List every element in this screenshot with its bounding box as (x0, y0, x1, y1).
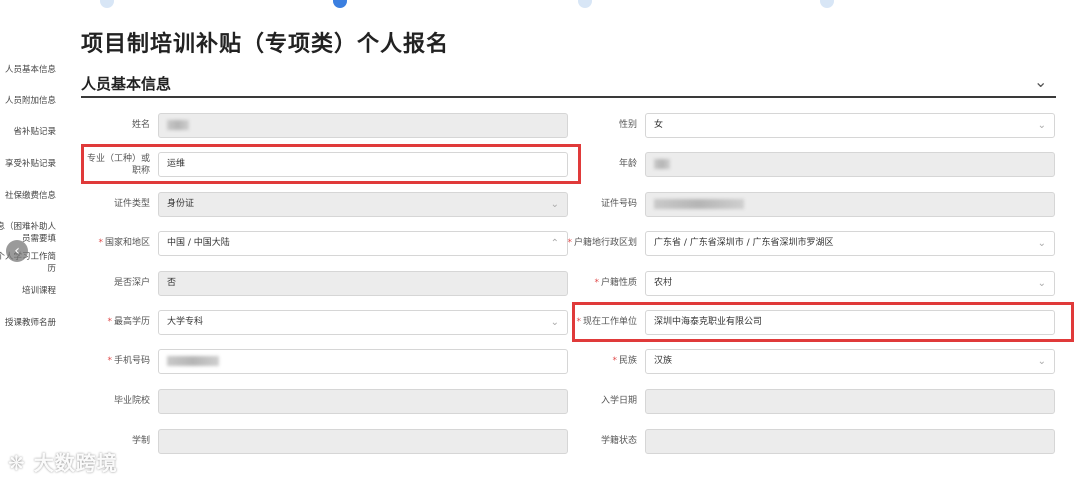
page-title: 项目制培训补贴（专项类）个人报名 (81, 32, 450, 57)
name-field (158, 113, 568, 138)
enroll-date-field (645, 389, 1055, 414)
chevron-down-icon: ⌄ (1037, 120, 1046, 131)
id-number-label: 证件号码 (600, 199, 637, 209)
highlight-box-employer (572, 302, 1074, 342)
country-select[interactable]: 中国 / 中国大陆 ⌃ (158, 231, 568, 256)
phone-label: * 手机号码 (107, 356, 150, 366)
sidebar-item-social-security[interactable]: 社保缴费信息 (5, 190, 56, 202)
study-length-label: 学制 (131, 436, 150, 446)
id-type-select: 身份证 ⌄ (158, 192, 568, 217)
chevron-down-icon: ⌄ (1037, 238, 1046, 249)
chevron-down-icon: ⌄ (550, 317, 559, 328)
school-label: 毕业院校 (113, 396, 150, 406)
ethnicity-label: * 民族 (612, 356, 637, 366)
chevron-down-icon: ⌄ (550, 199, 559, 210)
highlight-box-major (81, 144, 581, 184)
sidebar-item-courses[interactable]: 培训课程 (22, 285, 56, 297)
chevron-down-icon: ⌄ (1037, 356, 1046, 367)
age-field (645, 152, 1055, 177)
enroll-date-label: 入学日期 (600, 396, 637, 406)
chevron-left-icon[interactable]: ‹ (6, 240, 28, 262)
sidebar-item-province-subsidy[interactable]: 省补贴记录 (13, 126, 56, 138)
study-length-field (158, 429, 568, 454)
step-dot (100, 0, 114, 8)
step-dot (578, 0, 592, 8)
status-label: 学籍状态 (600, 436, 637, 446)
chevron-down-icon[interactable]: ⌄ (1034, 72, 1047, 91)
section-divider (81, 96, 1056, 98)
poverty-field: 否 (158, 271, 568, 296)
chevron-up-icon: ⌃ (550, 238, 559, 249)
watermark-logo-icon: ❋ (8, 451, 26, 475)
sidebar-item-teachers[interactable]: 授课教师名册 (5, 317, 56, 329)
gender-select[interactable]: 女 ⌄ (645, 113, 1055, 138)
sidebar-item-basic-info[interactable]: 人员基本信息 (5, 64, 56, 76)
school-field (158, 389, 568, 414)
sidebar-nav: 人员基本信息 人员附加信息 省补贴记录 享受补贴记录 社保缴费信息 银行信息（困… (0, 55, 70, 345)
hukou-type-select[interactable]: 农村 ⌄ (645, 271, 1055, 296)
education-select[interactable]: 大学专科 ⌄ (158, 310, 568, 335)
hukou-region-label: * 户籍地行政区划 (567, 238, 637, 248)
country-label: * 国家和地区 (98, 238, 150, 248)
ethnicity-select[interactable]: 汉族 ⌄ (645, 349, 1055, 374)
poverty-label: 是否深户 (113, 278, 150, 288)
step-dot (820, 0, 834, 8)
status-field (645, 429, 1055, 454)
chevron-down-icon: ⌄ (1037, 278, 1046, 289)
watermark: ❋ 大数跨境 (8, 451, 118, 475)
id-number-field (645, 192, 1055, 217)
sidebar-item-bank-info[interactable]: 银行信息（困难补助人员需要填 (0, 221, 56, 245)
section-title: 人员基本信息 (81, 75, 172, 93)
step-dot-active (333, 0, 347, 8)
id-type-label: 证件类型 (113, 199, 150, 209)
hukou-region-select[interactable]: 广东省 / 广东省深圳市 / 广东省深圳市罗湖区 ⌄ (645, 231, 1055, 256)
phone-input[interactable] (158, 349, 568, 374)
sidebar-item-subsidy-history[interactable]: 享受补贴记录 (5, 158, 56, 170)
gender-label: 性别 (618, 120, 637, 130)
education-label: * 最高学历 (107, 317, 150, 327)
sidebar-item-extra-info[interactable]: 人员附加信息 (5, 95, 56, 107)
name-label: 姓名 (131, 120, 150, 130)
hukou-type-label: * 户籍性质 (594, 278, 637, 288)
